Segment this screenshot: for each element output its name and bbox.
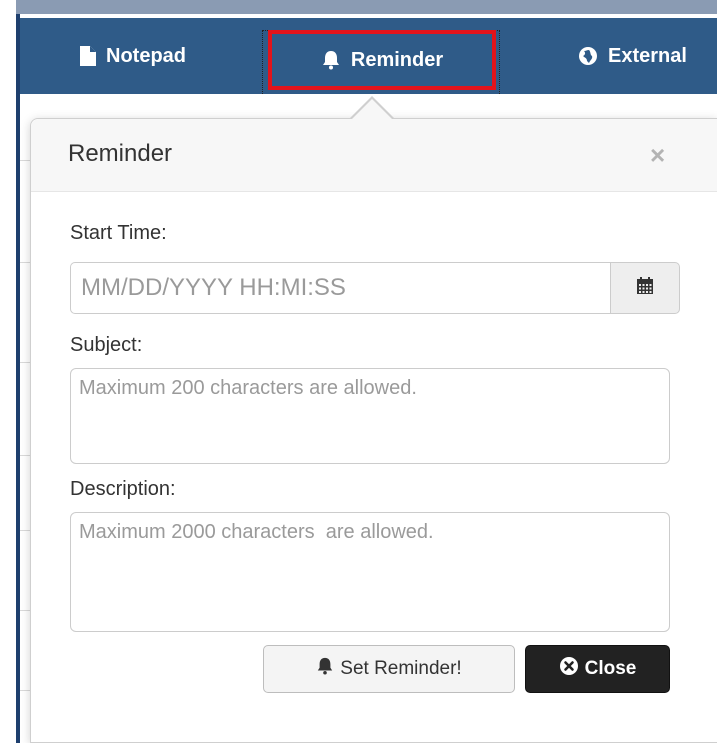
globe-icon [578, 46, 598, 66]
bell-icon [321, 50, 341, 70]
calendar-icon [636, 276, 654, 300]
close-label: Close [584, 658, 637, 679]
close-icon[interactable]: × [650, 141, 665, 169]
nav-item-notepad[interactable]: Notepad [80, 18, 186, 94]
popover-title: Reminder [68, 140, 173, 167]
close-button[interactable]: Close [525, 645, 670, 693]
subject-textarea[interactable] [70, 368, 670, 464]
description-label: Description: [70, 478, 176, 500]
calendar-button[interactable] [610, 262, 680, 314]
start-time-input[interactable] [70, 262, 610, 314]
bell-icon [316, 657, 334, 681]
nav-item-external[interactable]: External [578, 18, 687, 94]
set-reminder-button[interactable]: Set Reminder! [263, 645, 515, 693]
nav-item-label: External [608, 44, 687, 67]
popover-arrow-inner [352, 99, 392, 119]
background-strip [16, 0, 717, 14]
close-circle-icon [559, 656, 579, 682]
file-icon [80, 46, 96, 66]
start-time-label: Start Time: [70, 222, 167, 244]
nav-item-label: Reminder [350, 48, 444, 71]
description-textarea[interactable] [70, 512, 670, 632]
nav-item-reminder[interactable]: Reminder [268, 30, 496, 90]
nav-item-label: Notepad [106, 44, 186, 67]
set-reminder-label: Set Reminder! [340, 658, 462, 679]
start-time-group [70, 262, 680, 314]
subject-label: Subject: [70, 334, 143, 356]
